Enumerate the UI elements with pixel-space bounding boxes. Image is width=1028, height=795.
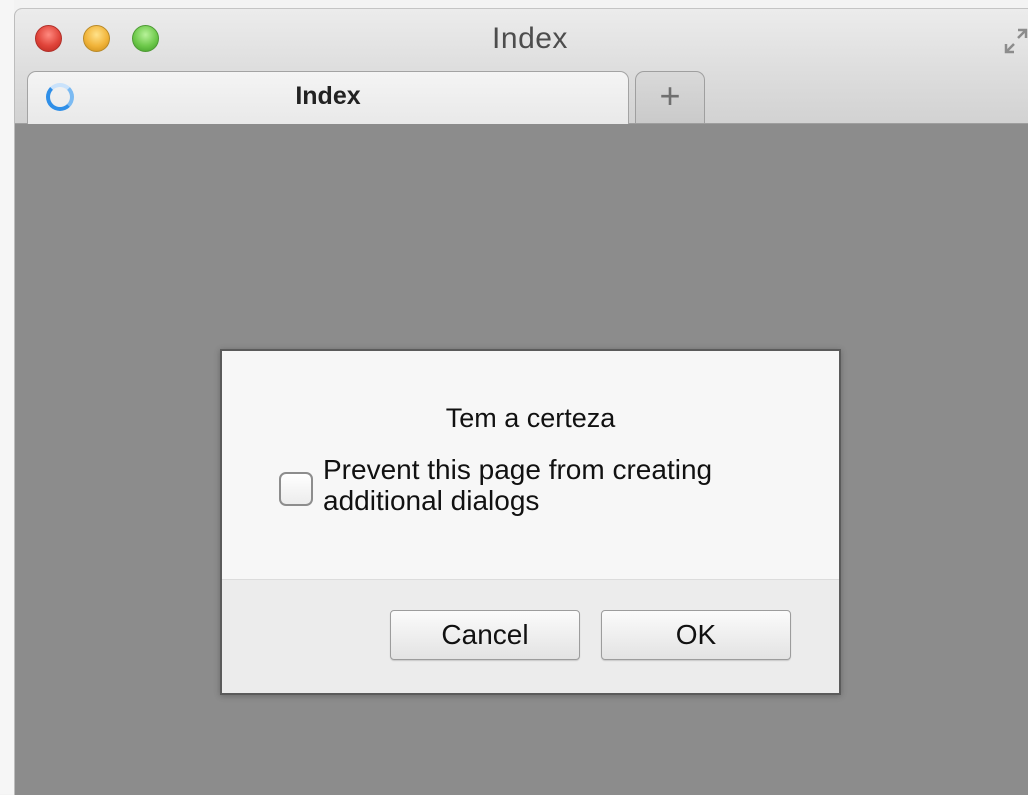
minimize-window-button[interactable] [83,25,110,52]
window-title: Index [492,22,568,55]
prevent-dialogs-checkbox[interactable] [279,472,313,506]
page-content-backdrop: Tem a certeza Prevent this page from cre… [15,124,1028,795]
dialog-footer: Cancel OK [222,579,839,693]
new-tab-button[interactable]: + [635,71,705,123]
browser-window: Index Index + Tem a certeza Prevent this… [14,8,1028,795]
cancel-button[interactable]: Cancel [390,610,580,660]
dialog-body: Tem a certeza Prevent this page from cre… [222,351,839,579]
dialog-message: Tem a certeza [445,403,616,433]
title-bar: Index Index + [15,9,1028,124]
zoom-window-button[interactable] [132,25,159,52]
confirm-dialog: Tem a certeza Prevent this page from cre… [220,349,841,695]
prevent-dialogs-label[interactable]: Prevent this page from creating addition… [323,454,793,516]
fullscreen-icon[interactable] [1003,27,1028,55]
close-window-button[interactable] [35,25,62,52]
desktop-background [0,0,14,794]
plus-icon: + [659,75,681,116]
tab-label: Index [295,82,361,110]
ok-button[interactable]: OK [601,610,791,660]
tab-index[interactable]: Index [27,71,629,124]
